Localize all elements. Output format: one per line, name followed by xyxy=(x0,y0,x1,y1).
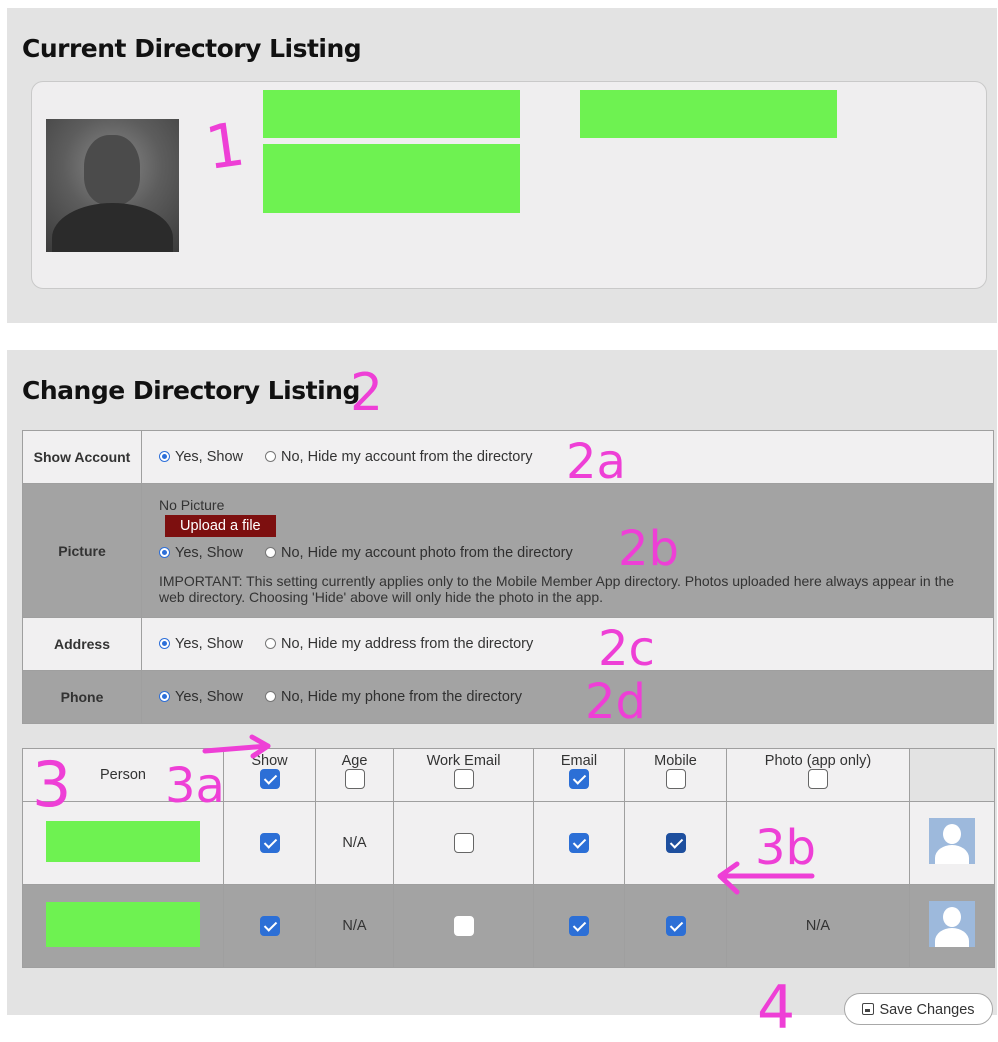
show-all-checkbox[interactable] xyxy=(259,769,280,789)
email-header: Email xyxy=(533,748,625,802)
picture-label: Picture xyxy=(22,483,142,618)
phone-yes-option[interactable]: Yes, Show xyxy=(159,689,243,705)
redacted-person-name xyxy=(46,901,200,947)
save-disk-icon xyxy=(862,1003,875,1015)
phone-no-option[interactable]: No, Hide my phone from the directory xyxy=(265,689,522,705)
change-listing-panel: Change Directory Listing Show Account Ye… xyxy=(7,350,997,1015)
age-cell: N/A xyxy=(315,801,394,885)
table-row: N/A N/A xyxy=(22,884,995,968)
picture-row: Picture No Picture Upload a file Yes, Sh… xyxy=(22,483,994,618)
mobile-all-checkbox[interactable] xyxy=(665,769,686,789)
age-cell: N/A xyxy=(315,884,394,968)
show-account-row: Show Account Yes, Show No, Hide my accou… xyxy=(22,430,994,484)
phone-row: Phone Yes, Show No, Hide my phone from t… xyxy=(22,670,994,724)
redacted-contact xyxy=(580,90,837,138)
picture-no-option[interactable]: No, Hide my account photo from the direc… xyxy=(265,545,573,561)
current-listing-panel: Current Directory Listing xyxy=(7,8,997,323)
photo-cell: N/A xyxy=(726,884,910,968)
email-checkbox[interactable] xyxy=(569,833,589,853)
work-email-checkbox[interactable] xyxy=(453,833,474,853)
address-no-option[interactable]: No, Hide my address from the directory xyxy=(265,636,533,652)
show-account-yes-option[interactable]: Yes, Show xyxy=(159,449,243,465)
radio-empty-icon[interactable] xyxy=(265,691,277,702)
email-all-checkbox[interactable] xyxy=(569,769,589,789)
phone-label: Phone xyxy=(22,670,142,724)
photo-header: Photo (app only) xyxy=(726,748,910,802)
redacted-person-name xyxy=(46,820,200,862)
age-all-checkbox[interactable] xyxy=(344,769,365,789)
photo-cell xyxy=(726,801,910,885)
show-checkbox[interactable] xyxy=(259,833,280,853)
picture-status: No Picture xyxy=(159,496,225,513)
address-row: Address Yes, Show No, Hide my address fr… xyxy=(22,617,994,671)
address-yes-option[interactable]: Yes, Show xyxy=(159,636,243,652)
show-header: Show xyxy=(223,748,316,802)
radio-empty-icon[interactable] xyxy=(265,546,277,558)
show-account-label: Show Account xyxy=(22,430,142,484)
work-email-all-checkbox[interactable] xyxy=(453,769,474,789)
radio-empty-icon[interactable] xyxy=(265,638,277,649)
save-changes-button[interactable]: Save Changes xyxy=(844,993,993,1025)
address-label: Address xyxy=(22,617,142,671)
listing-card xyxy=(31,81,987,289)
change-listing-title: Change Directory Listing xyxy=(22,376,360,405)
person-cell xyxy=(22,884,224,968)
mobile-checkbox[interactable] xyxy=(665,833,686,853)
table-row: N/A xyxy=(22,801,995,885)
profile-photo-placeholder xyxy=(46,119,179,252)
radio-selected-icon[interactable] xyxy=(159,546,170,558)
show-checkbox[interactable] xyxy=(259,916,280,936)
picture-yes-option[interactable]: Yes, Show xyxy=(159,545,243,561)
redacted-name xyxy=(263,90,520,138)
radio-selected-icon[interactable] xyxy=(159,691,170,702)
people-header-row: Person Show Age Work Email Email Mobile xyxy=(22,748,995,802)
radio-empty-icon[interactable] xyxy=(265,451,277,462)
email-checkbox[interactable] xyxy=(569,916,589,936)
person-cell xyxy=(22,801,224,885)
work-email-header: Work Email xyxy=(393,748,534,802)
radio-selected-icon[interactable] xyxy=(159,451,170,462)
photo-all-checkbox[interactable] xyxy=(808,769,828,789)
current-listing-title: Current Directory Listing xyxy=(22,34,362,63)
mobile-header: Mobile xyxy=(624,748,727,802)
people-table: Person Show Age Work Email Email Mobile xyxy=(22,748,995,968)
mobile-checkbox[interactable] xyxy=(665,916,686,936)
work-email-checkbox[interactable] xyxy=(453,916,474,936)
age-header: Age xyxy=(315,748,394,802)
avatar-icon xyxy=(929,901,975,947)
show-account-no-option[interactable]: No, Hide my account from the directory xyxy=(265,449,532,465)
avatar-header xyxy=(909,748,995,802)
upload-file-button[interactable]: Upload a file xyxy=(165,514,276,537)
picture-note: IMPORTANT: This setting currently applie… xyxy=(159,572,955,605)
redacted-address xyxy=(263,144,520,213)
radio-selected-icon[interactable] xyxy=(159,638,170,649)
avatar-icon xyxy=(929,818,975,864)
person-header: Person xyxy=(22,748,224,802)
visibility-settings-table: Show Account Yes, Show No, Hide my accou… xyxy=(22,430,994,724)
